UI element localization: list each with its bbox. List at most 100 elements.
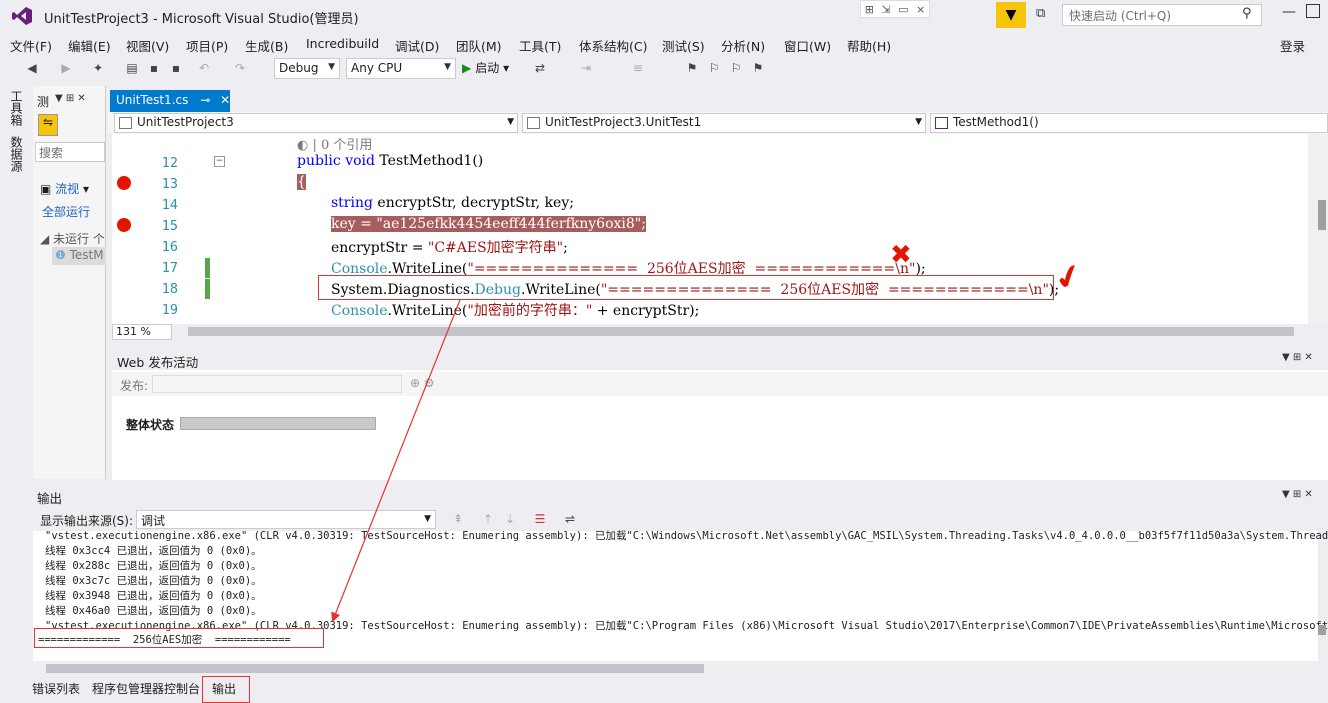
line-number: 12: [161, 155, 178, 171]
menu-edit[interactable]: 编辑(E): [68, 36, 111, 55]
next-message-icon[interactable]: ⇣: [502, 511, 518, 527]
menu-incredibuild[interactable]: Incredibuild: [306, 36, 379, 51]
overall-status-progress: [180, 417, 376, 430]
start-debug-button[interactable]: ▶ 启动 ▾: [462, 59, 509, 76]
datasource-tab[interactable]: 数据源: [8, 136, 25, 172]
bookmark-clear-icon[interactable]: ⚑: [750, 60, 766, 76]
output-line: "vstest.executionengine.x86.exe" (CLR v4…: [45, 530, 1328, 542]
change-marker: [205, 258, 210, 278]
word-wrap-icon[interactable]: ⇌: [562, 511, 578, 527]
tab-error-list[interactable]: 错误列表: [32, 680, 80, 697]
save-all-icon[interactable]: ▪: [168, 60, 184, 76]
project-icon: [119, 117, 132, 129]
tab-unittest1[interactable]: UnitTest1.cs ⊸ ✕: [110, 90, 230, 112]
run-all-link[interactable]: 全部运行: [42, 203, 90, 220]
project-nav-select[interactable]: UnitTestProject3 ▼: [114, 113, 518, 133]
new-project-icon[interactable]: ✦: [90, 60, 106, 76]
test-item[interactable]: ❶ TestM: [52, 247, 106, 265]
output-line: 线程 0x3c7c 已退出，返回值为 0 (0x0)。: [45, 575, 262, 587]
save-icon[interactable]: ▪: [146, 60, 162, 76]
solution-platform-select[interactable]: Any CPU ▼: [346, 58, 456, 79]
settings-icon[interactable]: ⊕ ⚙: [410, 376, 435, 390]
code-line-12: public void TestMethod1(): [297, 153, 484, 169]
menu-test[interactable]: 测试(S): [662, 36, 705, 55]
scrollbar-thumb[interactable]: [1318, 625, 1326, 635]
bookmark-prev-icon[interactable]: ⚐: [706, 60, 722, 76]
run-test-icon[interactable]: ⇋: [38, 114, 58, 136]
tab-label: UnitTest1.cs: [116, 93, 189, 107]
login-link[interactable]: 登录: [1280, 36, 1305, 55]
undo-icon[interactable]: ↶: [196, 60, 212, 76]
method-nav-select[interactable]: TestMethod1(): [930, 113, 1328, 133]
step-icon[interactable]: ⇥: [578, 60, 594, 76]
menu-team[interactable]: 团队(M): [456, 36, 502, 55]
bookmark-next-icon[interactable]: ⚐: [728, 60, 744, 76]
method-nav-value: TestMethod1(): [953, 115, 1039, 129]
output-source-value: 调试: [141, 514, 166, 528]
code-line-13: {: [297, 174, 306, 190]
test-panel-title: 测: [37, 95, 50, 109]
redo-icon[interactable]: ↷: [232, 60, 248, 76]
feedback-icon[interactable]: ⧉: [1036, 6, 1054, 24]
scrollbar-thumb[interactable]: [1318, 200, 1326, 230]
menu-architecture[interactable]: 体系结构(C): [579, 36, 647, 55]
menu-help[interactable]: 帮助(H): [847, 36, 891, 55]
playlist-select[interactable]: ▣ 流视 ▾: [40, 180, 89, 197]
publish-select[interactable]: [152, 375, 402, 393]
pin-icon[interactable]: ⊸: [200, 93, 210, 107]
panel-menu-icon[interactable]: ▼ ⊞ ✕: [55, 93, 86, 104]
quick-launch-input[interactable]: 快速启动 (Ctrl+Q): [1062, 4, 1262, 26]
find-message-icon[interactable]: ⇞: [450, 511, 466, 527]
close-icon[interactable]: ✕: [220, 93, 230, 107]
menu-build[interactable]: 生成(B): [245, 36, 288, 55]
floating-window-controls[interactable]: ⊞ ⇲ ▭ ×: [860, 0, 930, 18]
panel-menu-icon[interactable]: ▼ ⊞ ✕: [1282, 489, 1313, 500]
test-search-input[interactable]: 搜索: [35, 142, 105, 162]
menu-view[interactable]: 视图(V): [126, 36, 169, 55]
menu-window[interactable]: 窗口(W): [784, 36, 831, 55]
breakpoint-icon[interactable]: [117, 218, 131, 232]
forward-icon[interactable]: ▶: [58, 60, 74, 76]
toolbox-tab[interactable]: 工具箱: [8, 90, 25, 126]
notification-filter-icon[interactable]: ▼: [996, 2, 1026, 28]
prev-message-icon[interactable]: ⇡: [480, 511, 496, 527]
solution-config-value: Debug: [279, 61, 319, 75]
minimize-button[interactable]: —: [1282, 4, 1296, 20]
annotation-box: [202, 676, 250, 703]
comment-icon[interactable]: ≡: [630, 60, 646, 76]
not-run-group[interactable]: ◢ 未运行 个: [40, 230, 105, 247]
editor-horizontal-scrollbar[interactable]: [188, 327, 1294, 336]
output-horizontal-scrollbar[interactable]: [46, 664, 704, 673]
search-icon[interactable]: ⚲: [1242, 6, 1252, 21]
codelens-refs[interactable]: ◐ | 0 个引用: [297, 134, 372, 153]
class-nav-value: UnitTestProject3.UnitTest1: [545, 115, 702, 129]
chevron-down-icon: ▼: [915, 117, 922, 127]
annotation-cross-icon: ✖: [890, 240, 912, 270]
class-icon: [527, 117, 540, 129]
bookmark-icon[interactable]: ⚑: [684, 60, 700, 76]
solution-config-select[interactable]: Debug ▼: [274, 58, 340, 79]
menu-analyze[interactable]: 分析(N): [721, 36, 765, 55]
playlist-icon: ▣: [40, 182, 52, 196]
line-number: 19: [161, 302, 178, 318]
code-line-15: key = "ae125efkk4454eeff444ferfkny6oxi8"…: [331, 216, 646, 232]
menu-file[interactable]: 文件(F): [10, 36, 52, 55]
open-file-icon[interactable]: ▤: [124, 60, 140, 76]
output-source-select[interactable]: 调试 ▼: [136, 510, 436, 529]
breakpoint-icon[interactable]: [117, 176, 131, 190]
output-line: 线程 0x3948 已退出，返回值为 0 (0x0)。: [45, 590, 262, 602]
menu-debug[interactable]: 调试(D): [395, 36, 439, 55]
class-nav-select[interactable]: UnitTestProject3.UnitTest1 ▼: [522, 113, 926, 133]
menu-project[interactable]: 项目(P): [186, 36, 228, 55]
menu-tools[interactable]: 工具(T): [519, 36, 561, 55]
clear-all-icon[interactable]: ☰: [532, 511, 548, 527]
chevron-down-icon: ▼: [424, 514, 431, 524]
back-icon[interactable]: ◀: [24, 60, 40, 76]
zoom-select[interactable]: 131 %: [112, 324, 172, 340]
collapse-icon[interactable]: −: [214, 156, 225, 167]
line-number: 16: [161, 239, 178, 255]
panel-menu-icon[interactable]: ▼ ⊞ ✕: [1282, 352, 1313, 363]
browser-link-icon[interactable]: ⇄: [532, 60, 548, 76]
tab-package-manager-console[interactable]: 程序包管理器控制台: [92, 680, 200, 697]
maximize-button[interactable]: [1306, 4, 1320, 18]
